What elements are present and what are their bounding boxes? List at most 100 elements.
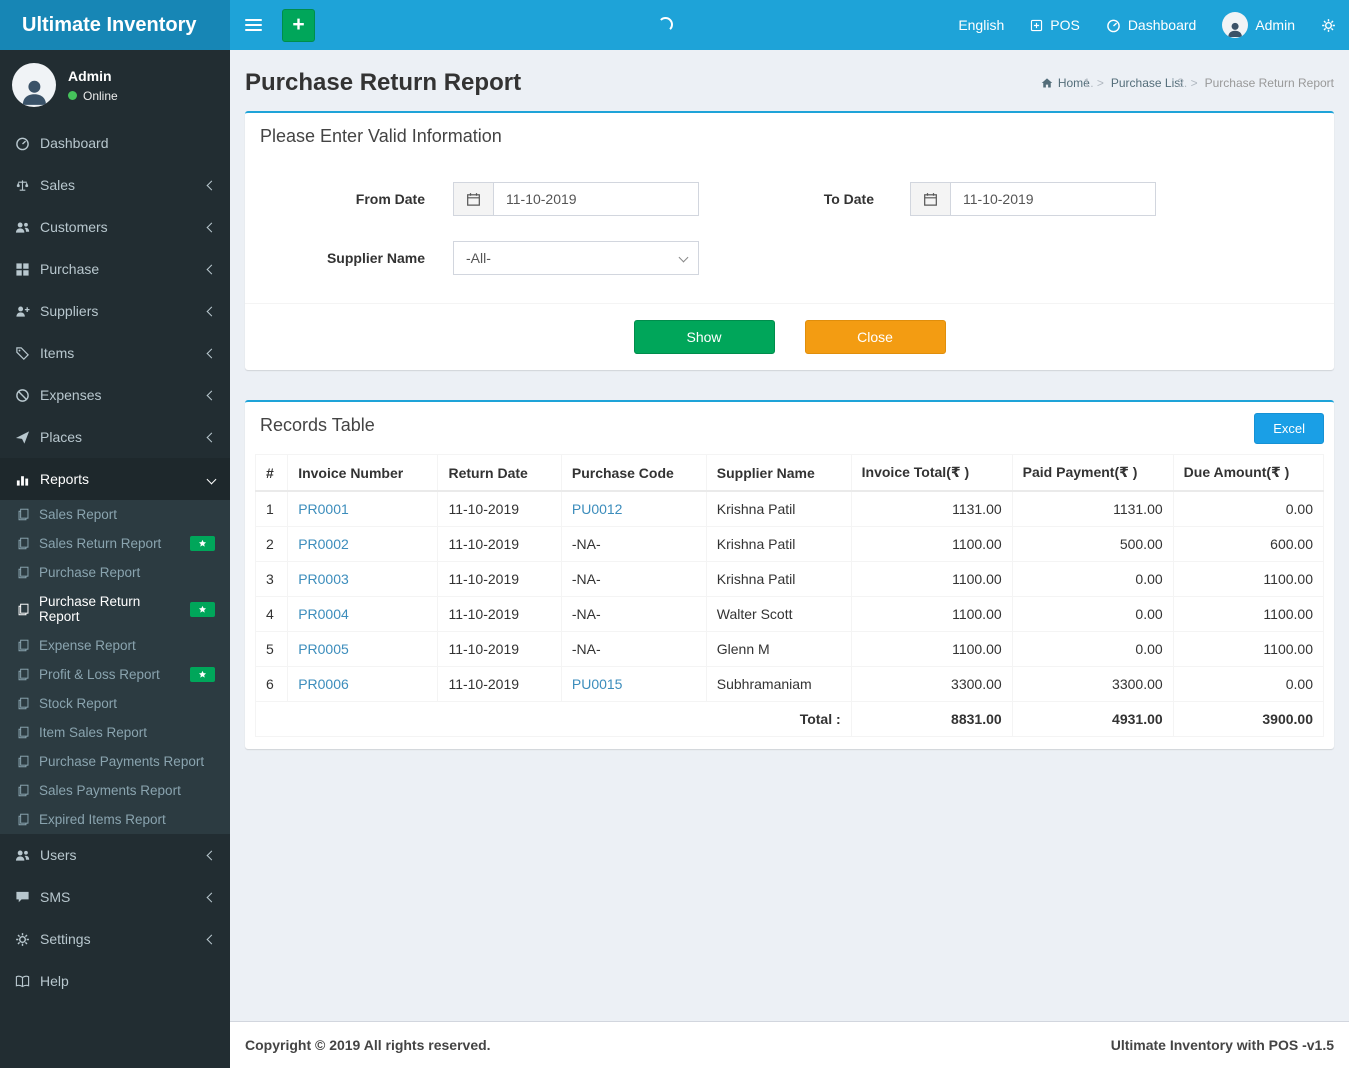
menu-entry: Help — [0, 960, 230, 1002]
sidebar-item-sales-report[interactable]: Sales Report — [0, 500, 230, 529]
sidebar-item-customers[interactable]: Customers — [0, 206, 230, 248]
sidebar-item-purchase-return-report[interactable]: Purchase Return Report — [0, 587, 230, 631]
cell-invoice-total: 1131.00 — [850, 490, 1013, 527]
person-icon — [19, 76, 50, 107]
sidebar-item-sales[interactable]: Sales — [0, 164, 230, 206]
supplier-label: Supplier Name — [326, 250, 425, 266]
sidebar-item-purchase-payments-report[interactable]: Purchase Payments Report — [0, 747, 230, 776]
loading-spinner-icon — [658, 17, 673, 32]
chevron-down-icon — [206, 474, 217, 484]
sidebar-item-purchase[interactable]: Purchase — [0, 248, 230, 290]
sidebar-item-stock-report[interactable]: Stock Report — [0, 689, 230, 718]
sidebar-item-places[interactable]: Places — [0, 416, 230, 458]
user-menu[interactable]: Admin — [1209, 0, 1308, 50]
settings-menu[interactable] — [1308, 0, 1349, 50]
quick-add-button[interactable]: + — [282, 8, 315, 42]
main-content: Purchase Return Report Home > Purchase L… — [230, 50, 1349, 1021]
invoice-number-link[interactable]: PR0004 — [298, 606, 349, 622]
sidebar-item-profit-loss-report[interactable]: Profit & Loss Report — [0, 660, 230, 689]
menu-entry: Purchase — [0, 248, 230, 290]
table-row: 4 PR0004 11-10-2019 -NA- Walter Scott 1100.00… — [254, 596, 1325, 632]
cell-purchase-code: -NA- — [560, 526, 707, 562]
from-date-input[interactable] — [493, 182, 699, 216]
submenu-entry: Sales Return Report — [0, 529, 230, 558]
cell-invoice-total: 1100.00 — [850, 561, 1013, 597]
app-logo[interactable]: Ultimate Inventory — [0, 0, 230, 50]
table-row: 3 PR0003 11-10-2019 -NA- Krishna Patil 1100.0… — [254, 561, 1325, 597]
gauge-icon — [1106, 18, 1121, 33]
to-date-input[interactable] — [950, 182, 1156, 216]
gauge-icon — [15, 136, 30, 151]
cell-due-amount: 600.00 — [1172, 526, 1325, 562]
sidebar-item-users[interactable]: Users — [0, 834, 230, 876]
breadcrumb-home[interactable]: Home — [1041, 76, 1090, 90]
cell-supplier-name: Walter Scott — [705, 596, 852, 632]
sidebar-item-reports[interactable]: Reports — [0, 458, 230, 500]
sidebar-item-expenses[interactable]: Expenses — [0, 374, 230, 416]
gears-icon — [1321, 18, 1336, 33]
language-menu[interactable]: English — [945, 0, 1017, 50]
sidebar-item-help[interactable]: Help — [0, 960, 230, 1002]
cell-paid-payment: 0.00 — [1011, 561, 1174, 597]
reports-submenu: Sales Report Sales Return Report Purchase … — [0, 500, 230, 834]
sidebar-item-expense-report[interactable]: Expense Report — [0, 631, 230, 660]
col-header-due-amount: Due Amount(₹ ) — [1172, 454, 1325, 492]
sidebar-toggle-button[interactable] — [230, 0, 276, 50]
user-panel: Admin Online — [0, 50, 230, 120]
cell-invoice-number: PR0002 — [287, 526, 439, 562]
sidebar-item-sales-payments-report[interactable]: Sales Payments Report — [0, 776, 230, 805]
cell-supplier-name: Krishna Patil — [705, 561, 852, 597]
balance-icon — [15, 178, 30, 193]
dashboard-link[interactable]: Dashboard — [1093, 0, 1210, 50]
table-row: 5 PR0005 11-10-2019 -NA- Glenn M 1100.00 0.00 1… — [254, 631, 1325, 667]
sidebar-item-suppliers[interactable]: Suppliers — [0, 290, 230, 332]
menu-entry: Settings — [0, 918, 230, 960]
supplier-select[interactable]: -All- — [453, 241, 699, 275]
sidebar-item-settings[interactable]: Settings — [0, 918, 230, 960]
user-status[interactable]: Online — [68, 89, 118, 103]
menu-label: Purchase — [40, 261, 100, 277]
invoice-number-link[interactable]: PR0001 — [298, 501, 349, 517]
supplier-select-value: -All- — [466, 250, 491, 266]
cell-invoice-total: 1100.00 — [850, 596, 1013, 632]
cell-paid-payment: 3300.00 — [1011, 666, 1174, 702]
invoice-number-link[interactable]: PR0005 — [298, 641, 349, 657]
cell-supplier-name: Krishna Patil — [705, 526, 852, 562]
excel-export-button[interactable]: Excel — [1254, 413, 1324, 444]
invoice-number-link[interactable]: PR0003 — [298, 571, 349, 587]
submenu-entry: Sales Payments Report — [0, 776, 230, 805]
menu-entry: SMS — [0, 876, 230, 918]
file-icon — [17, 603, 30, 616]
sidebar-item-items[interactable]: Items — [0, 332, 230, 374]
user-menu-label: Admin — [1255, 17, 1295, 33]
invoice-number-link[interactable]: PR0002 — [298, 536, 349, 552]
sidebar-item-dashboard[interactable]: Dashboard — [0, 122, 230, 164]
star-icon — [198, 670, 207, 679]
submenu-label: Stock Report — [39, 696, 118, 711]
chevron-left-icon — [206, 348, 217, 358]
cell-row-number: 2 — [254, 526, 289, 562]
show-button[interactable]: Show — [633, 320, 775, 354]
sidebar-item-sales-return-report[interactable]: Sales Return Report — [0, 529, 230, 558]
submenu-label: Purchase Return Report — [39, 594, 141, 624]
sidebar-item-item-sales-report[interactable]: Item Sales Report — [0, 718, 230, 747]
pos-link[interactable]: POS — [1017, 0, 1093, 50]
menu-label: Reports — [40, 471, 90, 487]
invoice-number-link[interactable]: PR0006 — [298, 676, 349, 692]
sidebar-item-purchase-report[interactable]: Purchase Report — [0, 558, 230, 587]
sidebar-item-expired-items-report[interactable]: Expired Items Report — [0, 805, 230, 834]
menu-label: Items — [40, 345, 75, 361]
total-row: Total : 8831.00 4931.00 3900.00 — [255, 701, 1325, 737]
cell-invoice-number: PR0005 — [287, 631, 439, 667]
submenu-entry: Purchase Report — [0, 558, 230, 587]
menu-label: SMS — [40, 889, 71, 905]
breadcrumb-purchase-list[interactable]: Purchase List — [1111, 76, 1184, 90]
purchase-code-link[interactable]: PU0012 — [572, 501, 623, 517]
sidebar-item-sms[interactable]: SMS — [0, 876, 230, 918]
close-button[interactable]: Close — [804, 320, 946, 354]
language-label: English — [958, 17, 1005, 33]
submenu-label: Sales Return Report — [39, 536, 162, 551]
file-icon — [17, 639, 30, 652]
purchase-code-link[interactable]: PU0015 — [572, 676, 623, 692]
gears-icon — [15, 932, 30, 947]
